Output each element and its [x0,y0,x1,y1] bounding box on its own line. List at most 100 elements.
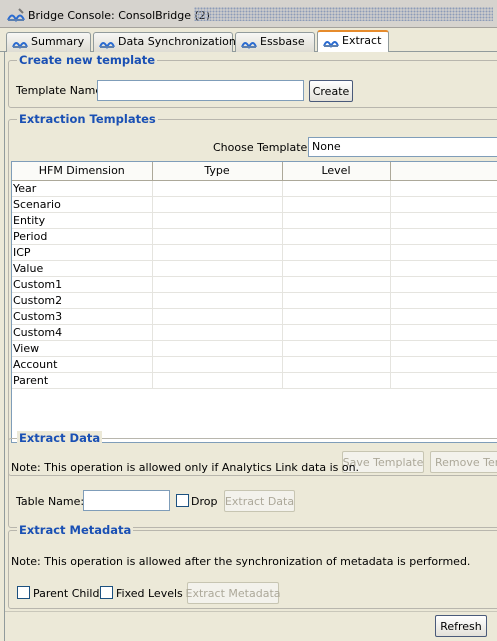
table-cell[interactable] [282,180,391,197]
table-cell[interactable] [152,356,283,373]
table-row[interactable]: View [12,340,497,357]
table-row[interactable]: ICP [12,244,497,261]
extract-metadata-button[interactable]: Extract Metadata [186,582,281,604]
choose-template-label: Choose Template: [213,141,312,154]
table-cell[interactable] [390,196,497,213]
table-cell[interactable] [282,324,391,341]
dimension-cell[interactable]: View [12,340,153,357]
column-header[interactable]: Type [152,162,283,181]
table-row[interactable]: Custom4 [12,324,497,341]
bridge-icon [241,42,257,49]
table-cell[interactable] [390,356,497,373]
tab-summary[interactable]: Summary [6,32,91,52]
extract-data-button[interactable]: Extract Data [224,490,295,512]
table-cell[interactable] [390,308,497,325]
title-drag-handle[interactable] [194,7,493,21]
template-name-input[interactable] [97,80,304,101]
table-cell[interactable] [152,228,283,245]
table-row[interactable]: Account [12,356,497,373]
parent-child-label: Parent Child [33,587,100,600]
table-cell[interactable] [152,292,283,309]
table-cell[interactable] [152,372,283,389]
table-cell[interactable] [282,372,391,389]
table-cell[interactable] [152,308,283,325]
tab-data-synchronization[interactable]: Data Synchronization [93,32,236,52]
title-bar: Bridge Console: ConsolBridge (2) [0,0,497,28]
table-cell[interactable] [152,180,283,197]
table-row[interactable]: Custom3 [12,308,497,325]
dimension-cell[interactable]: Scenario [12,196,153,213]
fixed-levels-label: Fixed Levels [116,587,183,600]
bridge-icon [12,42,28,49]
table-row[interactable]: Custom2 [12,292,497,309]
table-cell[interactable] [152,212,283,229]
table-cell[interactable] [152,244,283,261]
dimension-cell[interactable]: Period [12,228,153,245]
dimension-cell[interactable]: ICP [12,244,153,261]
table-row[interactable]: Custom1 [12,276,497,293]
table-cell[interactable] [390,340,497,357]
parent-child-checkbox[interactable] [17,586,30,599]
group-title: Extraction Templates [17,112,158,126]
table-cell[interactable] [390,372,497,389]
table-cell[interactable] [282,276,391,293]
group-title: Extract Metadata [17,523,134,537]
tab-extract[interactable]: Extract [317,30,389,53]
drop-checkbox[interactable] [176,494,189,507]
column-header[interactable] [390,162,497,181]
bridge-icon [7,8,25,22]
table-name-label: Table Name: [16,495,85,508]
extract-metadata-note: Note: This operation is allowed after th… [11,555,471,568]
dimension-cell[interactable]: Custom3 [12,308,153,325]
table-cell[interactable] [390,292,497,309]
table-cell[interactable] [282,356,391,373]
dimension-cell[interactable]: Account [12,356,153,373]
column-header[interactable]: Level [282,162,391,181]
table-cell[interactable] [152,340,283,357]
table-cell[interactable] [282,228,391,245]
table-cell[interactable] [390,180,497,197]
group-title: Create new template [17,53,158,67]
table-name-input[interactable] [83,490,170,511]
table-cell[interactable] [152,196,283,213]
dimension-cell[interactable]: Value [12,260,153,277]
dimension-cell[interactable]: Custom1 [12,276,153,293]
table-cell[interactable] [390,276,497,293]
table-cell[interactable] [282,244,391,261]
table-cell[interactable] [390,324,497,341]
table-row[interactable]: Year [12,180,497,197]
table-cell[interactable] [390,228,497,245]
table-row[interactable]: Parent [12,372,497,389]
dimension-cell[interactable]: Custom2 [12,292,153,309]
tab-label: Data Synchronization [118,35,236,48]
table-row[interactable]: Entity [12,212,497,229]
table-cell[interactable] [390,212,497,229]
column-header[interactable]: HFM Dimension [12,162,153,181]
dimension-cell[interactable]: Year [12,180,153,197]
choose-template-select[interactable]: None [308,137,497,157]
table-cell[interactable] [282,212,391,229]
tab-essbase[interactable]: Essbase [235,32,315,52]
table-row[interactable]: Value [12,260,497,277]
table-cell[interactable] [282,292,391,309]
dimension-cell[interactable]: Parent [12,372,153,389]
refresh-button[interactable]: Refresh [435,615,487,637]
table-cell[interactable] [390,260,497,277]
table-cell[interactable] [282,260,391,277]
bridge-icon [99,42,115,49]
extraction-templates-group: Extraction Templates Choose Template: No… [8,112,497,476]
create-button[interactable]: Create [309,80,353,102]
table-cell[interactable] [282,196,391,213]
fixed-levels-checkbox[interactable] [100,586,113,599]
dimension-cell[interactable]: Custom4 [12,324,153,341]
table-cell[interactable] [390,244,497,261]
table-row[interactable]: Period [12,228,497,245]
dimension-cell[interactable]: Entity [12,212,153,229]
table-row[interactable]: Scenario [12,196,497,213]
template-name-label: Template Name: [16,84,106,97]
table-cell[interactable] [152,324,283,341]
table-cell[interactable] [282,340,391,357]
table-cell[interactable] [282,308,391,325]
table-cell[interactable] [152,260,283,277]
table-cell[interactable] [152,276,283,293]
